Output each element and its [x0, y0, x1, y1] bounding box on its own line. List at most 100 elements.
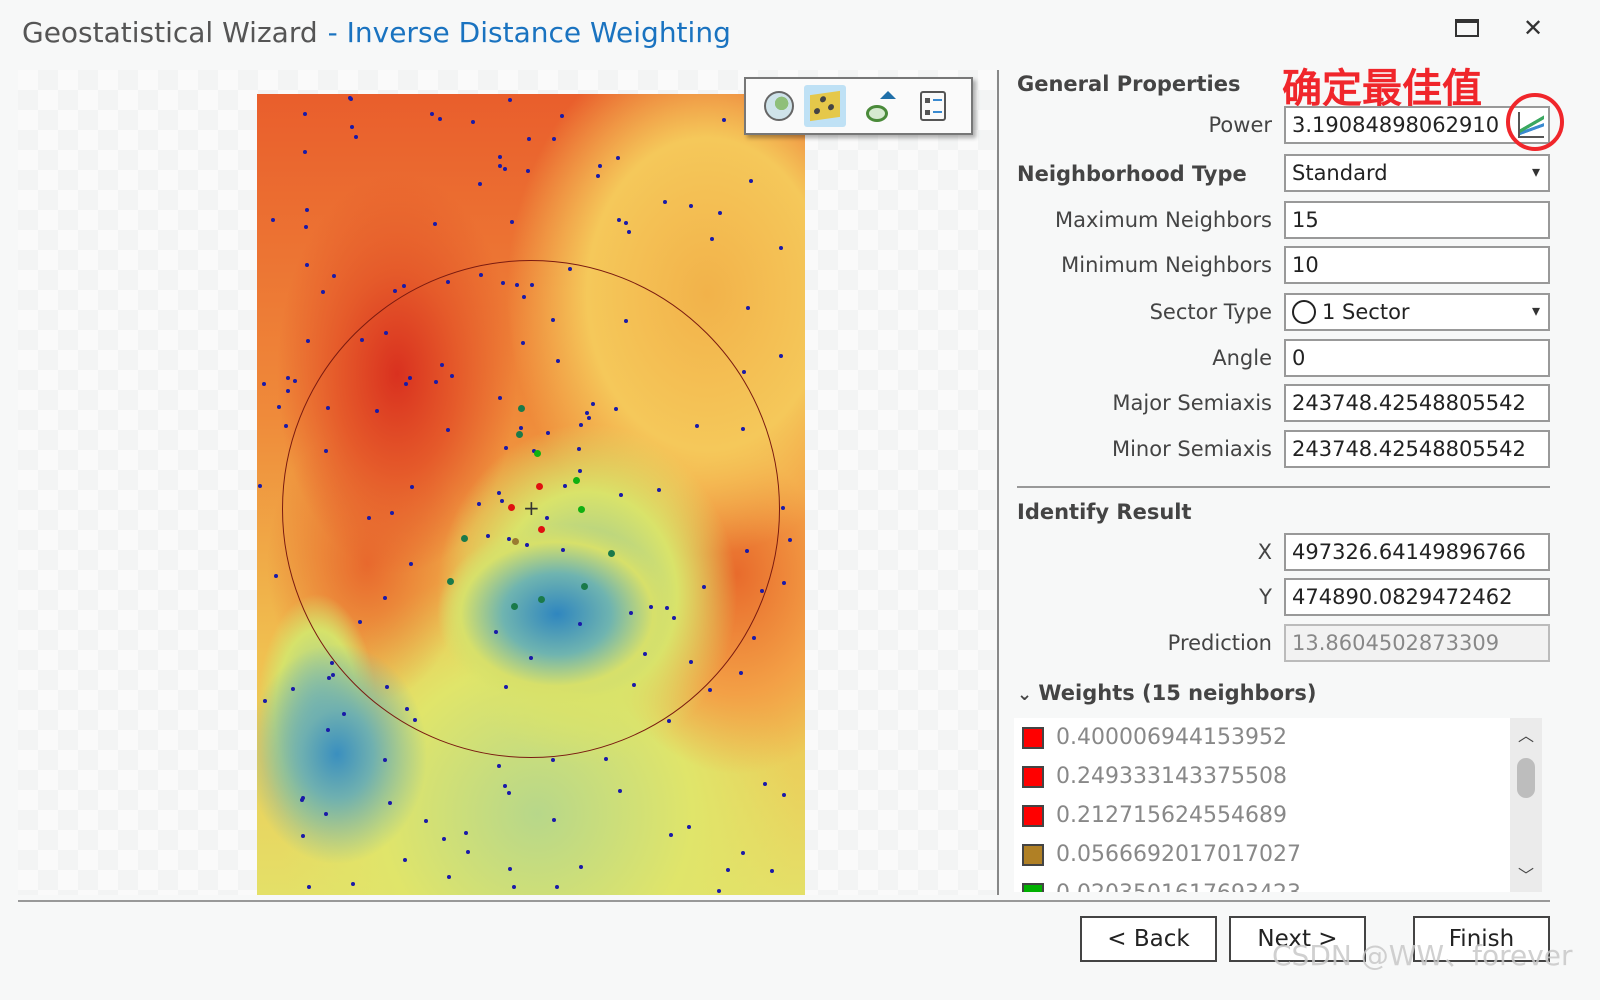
- sample-point: [331, 672, 336, 677]
- power-value: 3.19084898062910: [1292, 113, 1500, 137]
- sector-circle-icon: [1292, 300, 1316, 324]
- weight-swatch: [1022, 882, 1044, 892]
- scrollbar-thumb[interactable]: [1517, 758, 1535, 798]
- sample-point: [447, 874, 452, 879]
- sample-point: [626, 229, 631, 234]
- weight-value: 0.400006944153952: [1056, 725, 1287, 750]
- map-points-icon[interactable]: [804, 85, 846, 127]
- neighborhood-type-select[interactable]: Standard: [1284, 154, 1550, 192]
- minor-semiaxis-label: Minor Semiaxis: [1111, 437, 1272, 461]
- sample-point: [717, 211, 722, 216]
- sample-point: [429, 112, 434, 117]
- sample-point: [721, 118, 726, 123]
- y-input[interactable]: 474890.0829472462: [1284, 578, 1550, 616]
- sector-type-select[interactable]: 1 Sector: [1284, 293, 1550, 331]
- sample-point: [507, 97, 512, 102]
- angle-label: Angle: [1212, 346, 1272, 370]
- max-neighbors-input[interactable]: 15: [1284, 201, 1550, 239]
- back-button[interactable]: < Back: [1080, 916, 1217, 962]
- sample-point: [751, 635, 756, 640]
- title-text: Geostatistical Wizard: [22, 16, 318, 49]
- globe-icon[interactable]: [758, 85, 800, 127]
- sample-point: [477, 182, 482, 187]
- weight-value: 0.249333143375508: [1056, 764, 1287, 789]
- sample-point: [306, 338, 311, 343]
- sample-point: [291, 686, 296, 691]
- sample-point: [742, 369, 747, 374]
- sample-point: [748, 178, 753, 183]
- weights-list[interactable]: 0.400006944153952 0.249333143375508 0.2127…: [1014, 718, 1542, 892]
- sample-point: [258, 483, 263, 488]
- sample-point: [432, 222, 437, 227]
- major-semiaxis-label: Major Semiaxis: [1112, 391, 1272, 415]
- sample-point: [401, 283, 406, 288]
- prediction-label: Prediction: [1167, 631, 1272, 655]
- weight-swatch: [1022, 765, 1044, 788]
- sample-point: [302, 111, 307, 116]
- sample-point: [261, 382, 266, 387]
- identify-result-header: Identify Result: [1017, 500, 1192, 524]
- weight-swatch: [1022, 726, 1044, 749]
- sample-point: [781, 792, 786, 797]
- sample-point: [780, 505, 785, 510]
- ellipse-search-icon[interactable]: [856, 85, 898, 127]
- sample-point: [725, 867, 730, 872]
- weight-item[interactable]: 0.0203501617693423: [1014, 874, 1542, 892]
- sample-point: [527, 136, 532, 141]
- sample-point: [388, 800, 393, 805]
- sample-point: [617, 788, 622, 793]
- sample-point: [341, 711, 346, 716]
- weight-value: 0.0203501617693423: [1056, 881, 1301, 892]
- sample-point: [778, 354, 783, 359]
- general-properties-header: General Properties: [1017, 72, 1241, 96]
- angle-input[interactable]: 0: [1284, 339, 1550, 377]
- sample-point: [304, 262, 309, 267]
- y-label: Y: [1259, 585, 1272, 609]
- power-label: Power: [1208, 113, 1273, 137]
- min-neighbors-input[interactable]: 10: [1284, 246, 1550, 284]
- scroll-up-icon[interactable]: ︿: [1510, 722, 1542, 746]
- prediction-value: 13.8604502873309: [1284, 624, 1550, 662]
- window-title: Geostatistical Wizard - Inverse Distance …: [22, 16, 731, 49]
- map-toolbar: [744, 77, 973, 135]
- weight-item[interactable]: 0.212715624554689: [1014, 796, 1542, 835]
- sample-point: [550, 757, 555, 762]
- sample-point: [332, 273, 337, 278]
- sample-point: [555, 884, 560, 889]
- sample-point: [323, 812, 328, 817]
- weights-title: Weights (15 neighbors): [1038, 681, 1317, 705]
- sample-point: [738, 671, 743, 676]
- weights-scrollbar[interactable]: ︿ ﹀: [1510, 718, 1542, 892]
- max-neighbors-label: Maximum Neighbors: [1054, 208, 1272, 232]
- weight-item[interactable]: 0.249333143375508: [1014, 757, 1542, 796]
- sector-type-label: Sector Type: [1149, 300, 1272, 324]
- sample-point: [292, 378, 297, 383]
- maximize-icon[interactable]: [1452, 14, 1482, 44]
- weight-item[interactable]: 0.400006944153952: [1014, 718, 1542, 757]
- legend-icon[interactable]: [912, 85, 954, 127]
- weight-item[interactable]: 0.0566692017017027: [1014, 835, 1542, 874]
- sample-point: [578, 864, 583, 869]
- annotation-circle: [1506, 93, 1564, 151]
- major-semiaxis-input[interactable]: 243748.42548805542: [1284, 384, 1550, 422]
- sample-point: [349, 124, 354, 129]
- scroll-down-icon[interactable]: ﹀: [1510, 862, 1542, 886]
- section-divider: [1017, 486, 1550, 488]
- sample-point: [285, 375, 290, 380]
- close-icon[interactable]: ✕: [1518, 14, 1548, 44]
- sample-point: [506, 791, 511, 796]
- panel-divider[interactable]: [997, 70, 999, 895]
- weight-swatch: [1022, 843, 1044, 866]
- sample-point: [283, 423, 288, 428]
- x-input[interactable]: 497326.64149896766: [1284, 533, 1550, 571]
- crosshair-icon[interactable]: +: [523, 498, 540, 518]
- weights-header[interactable]: ⌄ Weights (15 neighbors): [1017, 681, 1316, 705]
- weight-swatch: [1022, 804, 1044, 827]
- chevron-down-icon[interactable]: ⌄: [1017, 684, 1038, 705]
- minor-semiaxis-input[interactable]: 243748.42548805542: [1284, 430, 1550, 468]
- sample-point: [262, 698, 267, 703]
- sample-point: [763, 781, 768, 786]
- watermark: CSDN @WW、forever: [1272, 939, 1573, 972]
- sample-point: [350, 881, 355, 886]
- sample-point: [598, 163, 603, 168]
